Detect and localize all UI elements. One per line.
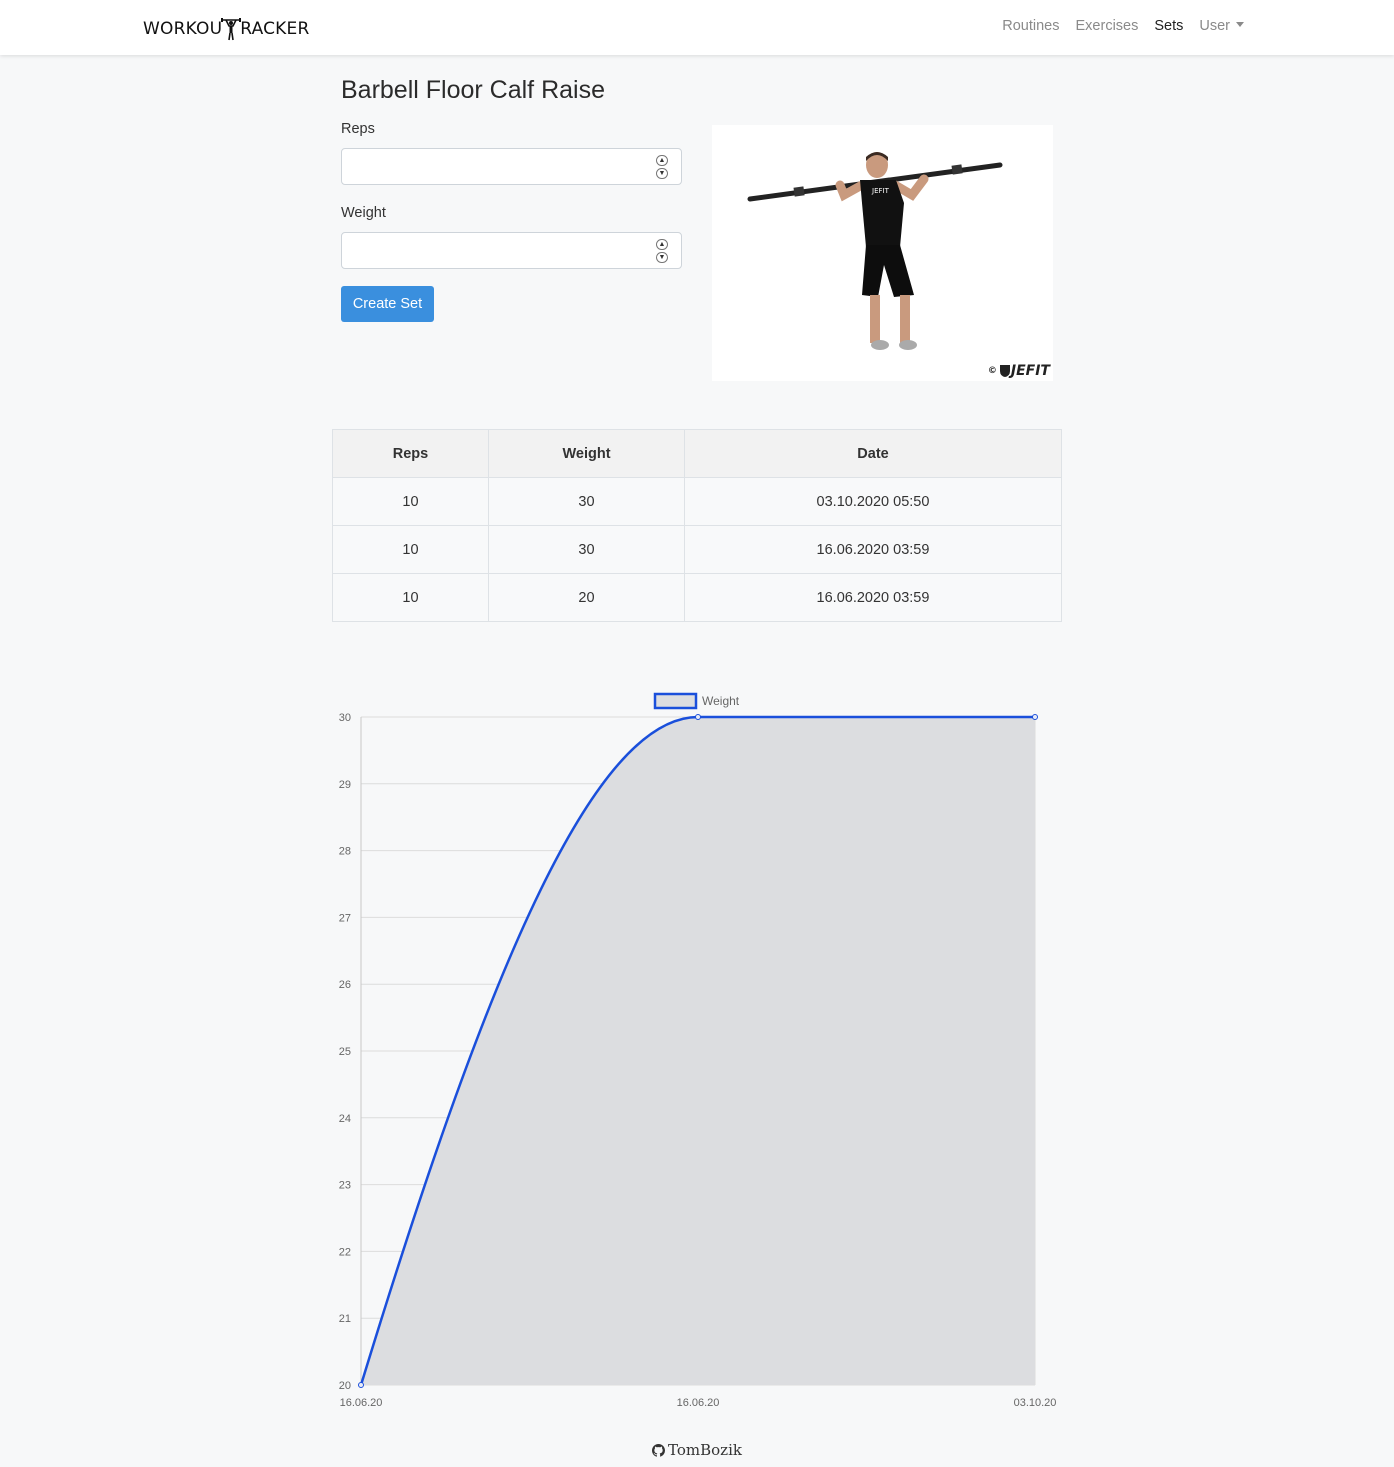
- footer: TomBozik: [0, 1441, 1394, 1459]
- jefit-watermark: © JEFIT: [988, 363, 1050, 379]
- brand-text-right: RACKER: [240, 19, 310, 39]
- copyright-symbol: ©: [987, 366, 997, 376]
- cell-reps: 10: [332, 477, 489, 526]
- legend-label: Weight: [702, 694, 740, 708]
- header-reps: Reps: [332, 429, 489, 478]
- header-weight: Weight: [488, 429, 685, 478]
- y-tick-label: 25: [339, 1046, 351, 1058]
- cell-reps: 10: [332, 525, 489, 574]
- y-tick-label: 30: [339, 712, 351, 724]
- github-icon[interactable]: [652, 1444, 666, 1457]
- y-tick-label: 23: [339, 1180, 351, 1192]
- exercise-illustration: JEFIT: [747, 152, 1003, 350]
- spin-down-icon[interactable]: ▼: [656, 252, 668, 263]
- table-row: 10 30 16.06.2020 03:59: [332, 525, 1062, 574]
- y-tick-label: 28: [339, 846, 351, 858]
- svg-text:JEFIT: JEFIT: [871, 187, 890, 195]
- shield-icon: [999, 365, 1010, 377]
- x-tick-label: 16.06.20: [340, 1397, 383, 1409]
- nav-exercises[interactable]: Exercises: [1076, 18, 1139, 34]
- navbar: WORKOU RACKER Routines Exercises Sets Us…: [0, 0, 1394, 55]
- page-title: Barbell Floor Calf Raise: [341, 76, 605, 104]
- nav-user-label: User: [1199, 18, 1230, 34]
- y-tick-label: 22: [339, 1246, 351, 1258]
- header-date: Date: [684, 429, 1062, 478]
- image-credit: JEFIT: [1010, 363, 1050, 379]
- spin-up-icon[interactable]: ▲: [656, 239, 668, 250]
- create-set-button[interactable]: Create Set: [341, 286, 434, 322]
- cell-reps: 10: [332, 573, 489, 622]
- cell-weight: 30: [488, 477, 685, 526]
- reps-label: Reps: [341, 121, 375, 137]
- data-point: [1032, 714, 1038, 720]
- table-header-row: Reps Weight Date: [332, 429, 1062, 478]
- weight-chart-svg: 20 21 22 23 24 25 26 27 28 29 30 16.06.20 16.06.20 03…: [339, 692, 1057, 1409]
- reps-input[interactable]: ▲ ▼: [341, 148, 682, 185]
- nav-sets[interactable]: Sets: [1154, 18, 1183, 34]
- nav-user-dropdown[interactable]: User: [1199, 18, 1244, 34]
- nav-routines[interactable]: Routines: [1002, 18, 1059, 34]
- y-tick-label: 29: [339, 779, 351, 791]
- weight-chart: 20 21 22 23 24 25 26 27 28 29 30 16.06.20 16.06.20 03…: [330, 685, 1070, 1415]
- brand-text-left: WORKOU: [143, 19, 223, 39]
- spin-up-icon[interactable]: ▲: [656, 155, 668, 166]
- nav-links: Routines Exercises Sets User: [1002, 18, 1244, 34]
- y-tick-label: 24: [339, 1113, 351, 1125]
- weight-spinner[interactable]: ▲ ▼: [656, 239, 668, 263]
- data-point: [695, 714, 701, 720]
- weight-input[interactable]: ▲ ▼: [341, 232, 682, 269]
- y-tick-label: 27: [339, 912, 351, 924]
- weight-label: Weight: [341, 205, 386, 221]
- sets-table: Reps Weight Date 10 30 03.10.2020 05:50 …: [332, 429, 1062, 622]
- y-tick-label: 20: [339, 1380, 351, 1392]
- x-tick-label: 16.06.20: [677, 1397, 720, 1409]
- spin-down-icon[interactable]: ▼: [656, 168, 668, 179]
- table-row: 10 30 03.10.2020 05:50: [332, 477, 1062, 526]
- brand-logo[interactable]: WORKOU RACKER: [143, 15, 309, 43]
- cell-weight: 30: [488, 525, 685, 574]
- caret-down-icon: [1236, 22, 1244, 27]
- reps-spinner[interactable]: ▲ ▼: [656, 155, 668, 179]
- cell-weight: 20: [488, 573, 685, 622]
- cell-date: 16.06.2020 03:59: [684, 525, 1062, 574]
- data-point: [358, 1382, 364, 1388]
- weightlifter-icon: [221, 18, 242, 41]
- legend-swatch: [653, 692, 698, 710]
- exercise-image: JEFIT © JEFIT: [712, 125, 1053, 381]
- footer-author[interactable]: TomBozik: [668, 1441, 742, 1459]
- cell-date: 03.10.2020 05:50: [684, 477, 1062, 526]
- y-tick-label: 21: [339, 1313, 351, 1325]
- table-row: 10 20 16.06.2020 03:59: [332, 573, 1062, 622]
- x-tick-label: 03.10.20: [1014, 1397, 1057, 1409]
- y-tick-label: 26: [339, 979, 351, 991]
- cell-date: 16.06.2020 03:59: [684, 573, 1062, 622]
